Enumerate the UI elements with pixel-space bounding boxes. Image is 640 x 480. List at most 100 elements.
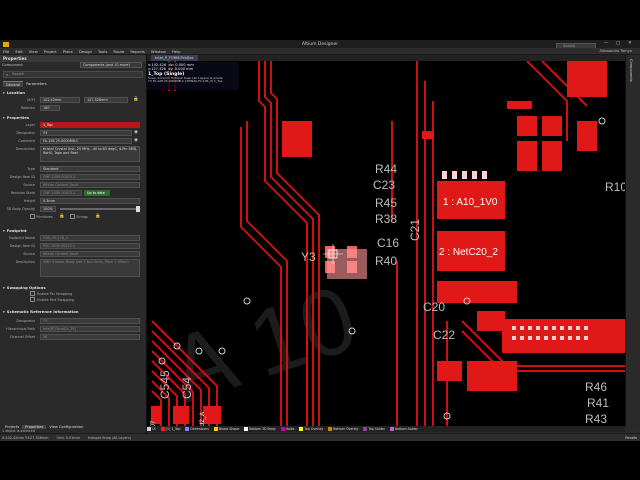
refdes-c16: C16 <box>377 236 399 250</box>
source-value: Altium Content Vault <box>40 182 140 188</box>
layer-tab-5[interactable]: Holes <box>280 427 294 431</box>
menu-view[interactable]: View <box>29 49 38 54</box>
user-name[interactable]: Alessandro Tamyo <box>599 49 632 53</box>
refdes-r46: R46 <box>585 380 607 394</box>
component-filter-dropdown[interactable]: Components (and 10 more) <box>80 62 142 68</box>
menu-design[interactable]: Design <box>79 49 92 54</box>
menu-window[interactable]: Window <box>151 49 166 54</box>
primitives-checkbox[interactable] <box>30 214 35 219</box>
primitives-row: Primitives 🔒 Strings 🔒 <box>0 213 146 221</box>
part-swap-checkbox[interactable] <box>30 297 35 302</box>
strings-checkbox[interactable] <box>70 214 75 219</box>
menu-project[interactable]: Project <box>44 49 57 54</box>
footprint-item-label: Design Item ID <box>9 244 35 248</box>
menu-route[interactable]: Route <box>113 49 124 54</box>
section-location[interactable]: ▾ Location <box>0 89 146 96</box>
tab-parameters[interactable]: Parameters <box>23 81 50 87</box>
height-input[interactable]: 0.3mm <box>40 198 140 204</box>
opacity-slider[interactable] <box>60 208 140 210</box>
layer-name: Dimensions <box>190 427 209 431</box>
menu-tools[interactable]: Tools <box>98 49 107 54</box>
location-xy-row: (X/Y) 102.42mm 127.326mm 🔒 <box>0 96 146 104</box>
layer-tab-6[interactable]: Top Overlay <box>299 427 323 431</box>
eye-icon[interactable]: ◉ <box>134 130 138 135</box>
menu-help[interactable]: Help <box>172 49 181 54</box>
layer-tab-0[interactable]: LS <box>147 427 156 431</box>
y-input[interactable]: 127.326mm <box>84 97 128 103</box>
close-icon[interactable]: ✕ <box>628 41 632 46</box>
opacity-label: 3D Body Opacity <box>6 207 35 211</box>
tab-general[interactable]: General <box>3 80 24 87</box>
components-panel-tab[interactable]: Components <box>629 59 633 82</box>
comment-input[interactable]: FA-128 25.0000MB-C <box>40 138 132 144</box>
refdes-c22: C22 <box>433 328 455 342</box>
panels-button[interactable]: Panels <box>625 436 637 440</box>
layer-swatch <box>280 427 285 431</box>
minimize-icon[interactable]: — <box>604 41 609 46</box>
refdes-c545: C545 <box>158 370 172 399</box>
eye-icon[interactable]: ◉ <box>134 138 138 143</box>
status-coords: X:102.42mm Y:127.326mm <box>2 435 49 440</box>
sch-channel-row: Channel Offset 36 <box>0 333 146 341</box>
revision-label: Revision State <box>10 191 35 195</box>
section-properties[interactable]: ▾ Properties <box>0 114 146 121</box>
revision-row: Revision State CMP-1009-00025-1 Up to da… <box>0 189 146 197</box>
rotation-row: Rotation 180 <box>0 104 146 112</box>
section-schematic-ref[interactable]: ▾ Schematic Reference Information <box>0 308 146 315</box>
sch-channel-value: 36 <box>40 334 140 340</box>
layer-dropdown[interactable]: 1_Top <box>40 122 140 128</box>
design-item-label: Design Item ID <box>9 175 35 179</box>
tab-projects[interactable]: Projects <box>2 425 22 429</box>
menu-file[interactable]: File <box>3 49 9 54</box>
lock-icon[interactable]: 🔒 <box>133 97 139 102</box>
footprint-item-value: PCC-1009-00025-1 <box>40 243 140 249</box>
source-label: Source <box>23 183 35 187</box>
menu-edit[interactable]: Edit <box>15 49 22 54</box>
tab-view-configuration[interactable]: View Configuration <box>46 425 86 429</box>
coordinate-hud: x:102.426 dx: 0.000 mm y:127.326 dy: 0.0… <box>147 62 239 90</box>
menu-reports[interactable]: Reports <box>130 49 145 54</box>
layer-tab-7[interactable]: Bottom Overlay <box>328 427 358 431</box>
refdes-r10: R10 <box>605 180 625 194</box>
layer-tab-4[interactable]: Bottom 3D Body <box>244 427 276 431</box>
description-input[interactable]: Kristal Crystal Unit, 25 MHz, -40 to 85 … <box>40 146 140 162</box>
layer-tab-1[interactable]: [1] 1_Top <box>160 427 180 431</box>
tab-properties[interactable]: Properties <box>22 424 47 429</box>
opacity-row: 3D Body Opacity 100% <box>0 205 146 213</box>
section-swapping[interactable]: ▾ Swapping Options <box>0 284 146 291</box>
menu-place[interactable]: Place <box>63 49 73 54</box>
layer-tab-2[interactable]: Dimensions <box>185 427 209 431</box>
letterbox-bottom <box>0 441 640 480</box>
properties-search-input[interactable]: ⌕ Search <box>3 71 143 78</box>
pcb-canvas[interactable]: A 10 1: A10_1V0 2: NetC20_2 R44C23R45R… <box>147 61 625 427</box>
rotation-input[interactable]: 180 <box>40 105 60 111</box>
rotation-label: Rotation <box>20 106 35 110</box>
opacity-slider-handle[interactable] <box>136 206 140 212</box>
primitives-label: Primitives <box>36 215 53 219</box>
pin-swap-checkbox[interactable] <box>30 291 35 296</box>
opacity-input[interactable]: 100% <box>40 206 56 212</box>
source-row: Source Altium Content Vault <box>0 181 146 189</box>
sch-hier-row: Hierarchical Path Intel/P_Form/Lk_PL] <box>0 325 146 333</box>
footprint-desc-row: Description SMD 4 leads, Body size 1.6x2… <box>0 258 146 278</box>
maximize-icon[interactable]: □ <box>616 41 620 46</box>
lock-icon[interactable]: 🔒 <box>59 214 65 219</box>
type-dropdown[interactable]: Standard <box>40 166 140 172</box>
x-input[interactable]: 102.42mm <box>40 97 80 103</box>
layer-name: Bottom Solder <box>394 427 418 431</box>
refdes-c54: C54 <box>180 377 194 399</box>
layer-swatch <box>147 427 151 431</box>
refdes-r43: R43 <box>585 412 607 426</box>
footprint-item-row: Design Item ID PCC-1009-00025-1 <box>0 242 146 250</box>
lock-icon[interactable]: 🔒 <box>95 214 101 219</box>
layer-tab-8[interactable]: Top Solder <box>363 427 385 431</box>
layer-tab-3[interactable]: Board Shape <box>213 427 239 431</box>
layer-name: Bottom Overlay <box>333 427 359 431</box>
section-footprint[interactable]: ▾ Footprint <box>0 227 146 234</box>
revision-value: CMP-1009-00025-1 <box>40 190 82 196</box>
status-grid: Grid: 0.01mm <box>56 435 80 440</box>
layer-tab-9[interactable]: Bottom Solder <box>389 427 418 431</box>
footprint-name-label: Footprint Name <box>8 236 35 240</box>
designator-input[interactable]: Y3 <box>40 130 132 136</box>
refdes-c20: C20 <box>423 300 445 314</box>
